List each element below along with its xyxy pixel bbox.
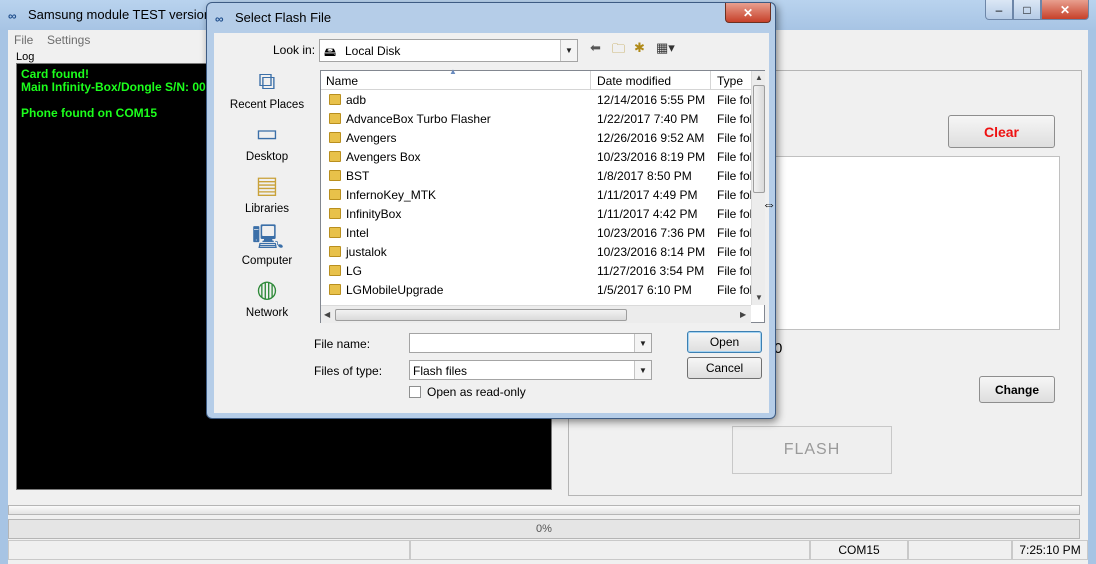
menu-settings[interactable]: Settings	[47, 33, 90, 47]
view-menu-icon[interactable]: ▦▾	[656, 40, 675, 56]
scroll-up-icon[interactable]: ▲	[755, 73, 763, 82]
resize-cursor-icon: ⇔	[762, 196, 776, 212]
main-progress-bar: 0%	[8, 519, 1080, 539]
place-libraries[interactable]: ▤ Libraries	[222, 171, 312, 215]
dialog-logo-icon: ∞	[215, 12, 224, 26]
folder-icon	[329, 113, 341, 124]
place-computer[interactable]: 🖳 Computer	[222, 223, 312, 267]
files-of-type-label: Files of type:	[314, 364, 383, 378]
look-in-value: Local Disk	[345, 44, 401, 58]
app-logo-icon: ∞	[8, 9, 17, 23]
file-name-label: File name:	[314, 337, 371, 351]
menu-file[interactable]: File	[14, 33, 33, 47]
place-network[interactable]: ◍ Network	[222, 275, 312, 319]
files-of-type-select[interactable]: Flash files ▼	[409, 360, 652, 380]
vertical-scrollbar[interactable]: ▲ ▼	[751, 71, 765, 305]
log-group-label: Log	[16, 51, 35, 63]
column-date-modified[interactable]: Date modified	[597, 74, 671, 88]
network-globe-icon: ◍	[256, 276, 278, 303]
file-row[interactable]: AdvanceBox Turbo Flasher 1/22/2017 7:40 P…	[321, 109, 752, 128]
dialog-title: Select Flash File	[235, 10, 332, 25]
folder-icon	[329, 208, 341, 219]
open-button[interactable]: Open	[687, 331, 762, 353]
maximize-button[interactable]: □	[1013, 0, 1041, 20]
computer-icon: 🖳	[252, 224, 285, 251]
column-separator[interactable]	[590, 71, 591, 90]
dialog-client-area: Look in: 🖴 Local Disk ▼ ⬅ 🗀 ✱ ▦▾ ⧉ Recen…	[214, 33, 769, 413]
look-in-dropdown[interactable]: 🖴 Local Disk ▼	[319, 39, 578, 62]
close-button[interactable]: ✕	[1041, 0, 1089, 20]
cancel-button[interactable]: Cancel	[687, 357, 762, 379]
status-segment	[8, 540, 410, 560]
file-row[interactable]: LGMobileUpgrade 1/5/2017 6:10 PM File fol	[321, 280, 752, 299]
file-row[interactable]: InfernoKey_MTK 1/11/2017 4:49 PM File fol	[321, 185, 752, 204]
place-desktop[interactable]: ▭ Desktop	[222, 119, 312, 163]
status-bar: COM15 7:25:10 PM	[8, 540, 1088, 561]
dialog-close-button[interactable]: ✕	[725, 3, 771, 23]
file-list[interactable]: Name ▲ Date modified Type adb 12/14/2016 …	[320, 67, 765, 323]
info-box[interactable]	[770, 156, 1060, 330]
column-separator[interactable]	[710, 71, 711, 90]
file-row[interactable]: Avengers Box 10/23/2016 8:19 PM File fol	[321, 147, 752, 166]
file-row[interactable]: InfinityBox 1/11/2017 4:42 PM File fol	[321, 204, 752, 223]
scroll-down-icon[interactable]: ▼	[755, 293, 763, 302]
file-name-input[interactable]: ▼	[409, 333, 652, 353]
place-recent-places[interactable]: ⧉ Recent Places	[222, 67, 312, 111]
places-bar: ⧉ Recent Places ▭ Desktop ▤ Libraries 🖳 …	[222, 67, 312, 327]
file-row[interactable]: justalok 10/23/2016 8:14 PM File fol	[321, 242, 752, 261]
folder-icon	[329, 246, 341, 257]
scroll-left-icon[interactable]: ◀	[324, 310, 330, 319]
status-time: 7:25:10 PM	[1012, 540, 1088, 560]
files-of-type-value: Flash files	[413, 364, 468, 378]
window-frame-left	[0, 30, 8, 564]
vertical-scroll-thumb[interactable]	[753, 85, 765, 193]
scroll-right-icon[interactable]: ▶	[740, 310, 746, 319]
change-button[interactable]: Change	[979, 376, 1055, 403]
folder-icon	[329, 227, 341, 238]
clear-button[interactable]: Clear	[948, 115, 1055, 148]
sort-ascending-icon: ▲	[449, 67, 457, 76]
window-frame-right	[1088, 30, 1096, 564]
status-segment	[908, 540, 1012, 560]
status-port: COM15	[810, 540, 908, 560]
local-disk-icon: 🖴	[324, 45, 337, 59]
main-window-title: Samsung module TEST version 0.	[28, 7, 226, 22]
recent-places-icon: ⧉	[258, 68, 276, 95]
folder-icon	[329, 284, 341, 295]
file-row[interactable]: LG 11/27/2016 3:54 PM File fol	[321, 261, 752, 280]
minimize-button[interactable]: –	[985, 0, 1013, 20]
new-folder-icon[interactable]: ✱	[634, 40, 645, 56]
folder-icon	[329, 265, 341, 276]
file-row[interactable]: Avengers 12/26/2016 9:52 AM File fol	[321, 128, 752, 147]
secondary-progress-bar	[8, 505, 1080, 515]
folder-icon	[329, 94, 341, 105]
back-arrow-icon[interactable]: ⬅	[590, 40, 601, 56]
select-flash-file-dialog: ∞ Select Flash File ✕ Look in: 🖴 Local D…	[206, 2, 776, 419]
folder-icon	[329, 170, 341, 181]
column-name[interactable]: Name	[326, 74, 358, 88]
folder-icon	[329, 132, 341, 143]
read-only-label: Open as read-only	[427, 385, 526, 399]
chevron-down-icon[interactable]: ▼	[634, 334, 651, 352]
file-row[interactable]: BST 1/8/2017 8:50 PM File fol	[321, 166, 752, 185]
folder-icon	[329, 189, 341, 200]
up-folder-icon[interactable]: 🗀	[612, 40, 625, 62]
horizontal-scrollbar[interactable]: ◀ ▶	[321, 305, 751, 323]
read-only-option[interactable]: Open as read-only	[409, 385, 526, 399]
file-row[interactable]: Intel 10/23/2016 7:36 PM File fol	[321, 223, 752, 242]
file-row[interactable]: adb 12/14/2016 5:55 PM File fol	[321, 90, 752, 109]
flash-button[interactable]: FLASH	[732, 426, 892, 474]
file-list-header: Name ▲ Date modified Type	[321, 67, 751, 90]
libraries-icon: ▤	[255, 172, 279, 199]
look-in-label: Look in:	[273, 43, 316, 57]
desktop-icon: ▭	[255, 120, 279, 147]
progress-text: 0%	[536, 523, 552, 535]
read-only-checkbox[interactable]	[409, 386, 421, 398]
folder-icon	[329, 151, 341, 162]
status-segment	[410, 540, 810, 560]
chevron-down-icon[interactable]: ▼	[634, 361, 651, 379]
column-type[interactable]: Type	[717, 74, 743, 88]
horizontal-scroll-thumb[interactable]	[335, 309, 627, 321]
chevron-down-icon[interactable]: ▼	[560, 40, 577, 61]
